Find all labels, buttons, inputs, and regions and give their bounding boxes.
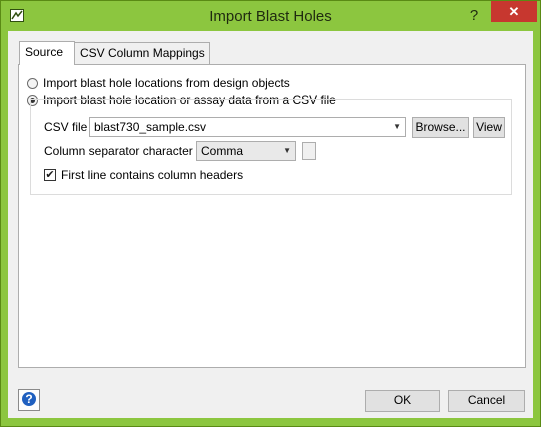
csv-file-combo[interactable]: blast730_sample.csv ▼ (89, 117, 406, 137)
ok-button[interactable]: OK (365, 390, 440, 412)
cancel-button[interactable]: Cancel (448, 390, 525, 412)
csv-file-value: blast730_sample.csv (94, 120, 207, 134)
source-panel: Import blast hole locations from design … (18, 64, 526, 368)
tab-csv-column-mappings[interactable]: CSV Column Mappings (74, 42, 210, 64)
dialog-body: Source CSV Column Mappings Import blast … (8, 31, 533, 418)
title-help-button[interactable]: ? (461, 7, 487, 25)
title-bar[interactable]: Import Blast Holes ? ✕ (1, 1, 540, 31)
help-icon: ? (22, 392, 36, 406)
separator-label: Column separator character (44, 144, 193, 158)
radio-design-objects[interactable] (27, 77, 38, 89)
view-button[interactable]: View (473, 117, 505, 138)
separator-dropdown-arrow-icon: ▼ (283, 146, 291, 155)
close-icon: ✕ (508, 4, 520, 19)
checkmark-icon: ✔ (45, 169, 55, 181)
dropdown-arrow-icon: ▼ (393, 122, 401, 131)
window-title: Import Blast Holes (209, 8, 332, 25)
tab-source[interactable]: Source (19, 41, 75, 65)
separator-value: Comma (201, 144, 244, 158)
dialog-window: Import Blast Holes ? ✕ Source CSV Column… (0, 0, 541, 427)
separator-combo[interactable]: Comma ▼ (196, 141, 296, 161)
csv-file-label: CSV file (44, 120, 88, 134)
header-checkbox-label: First line contains column headers (61, 168, 244, 182)
browse-button[interactable]: Browse... (412, 117, 469, 138)
csv-options-group: CSV file blast730_sample.csv ▼ Browse...… (30, 99, 512, 195)
custom-separator-field[interactable] (302, 142, 316, 160)
close-button[interactable]: ✕ (491, 1, 537, 22)
header-checkbox[interactable]: ✔ (44, 169, 56, 181)
help-button[interactable]: ? (18, 389, 40, 411)
option-design-objects[interactable]: Import blast hole locations from design … (27, 75, 290, 91)
option-design-objects-label: Import blast hole locations from design … (43, 76, 290, 90)
